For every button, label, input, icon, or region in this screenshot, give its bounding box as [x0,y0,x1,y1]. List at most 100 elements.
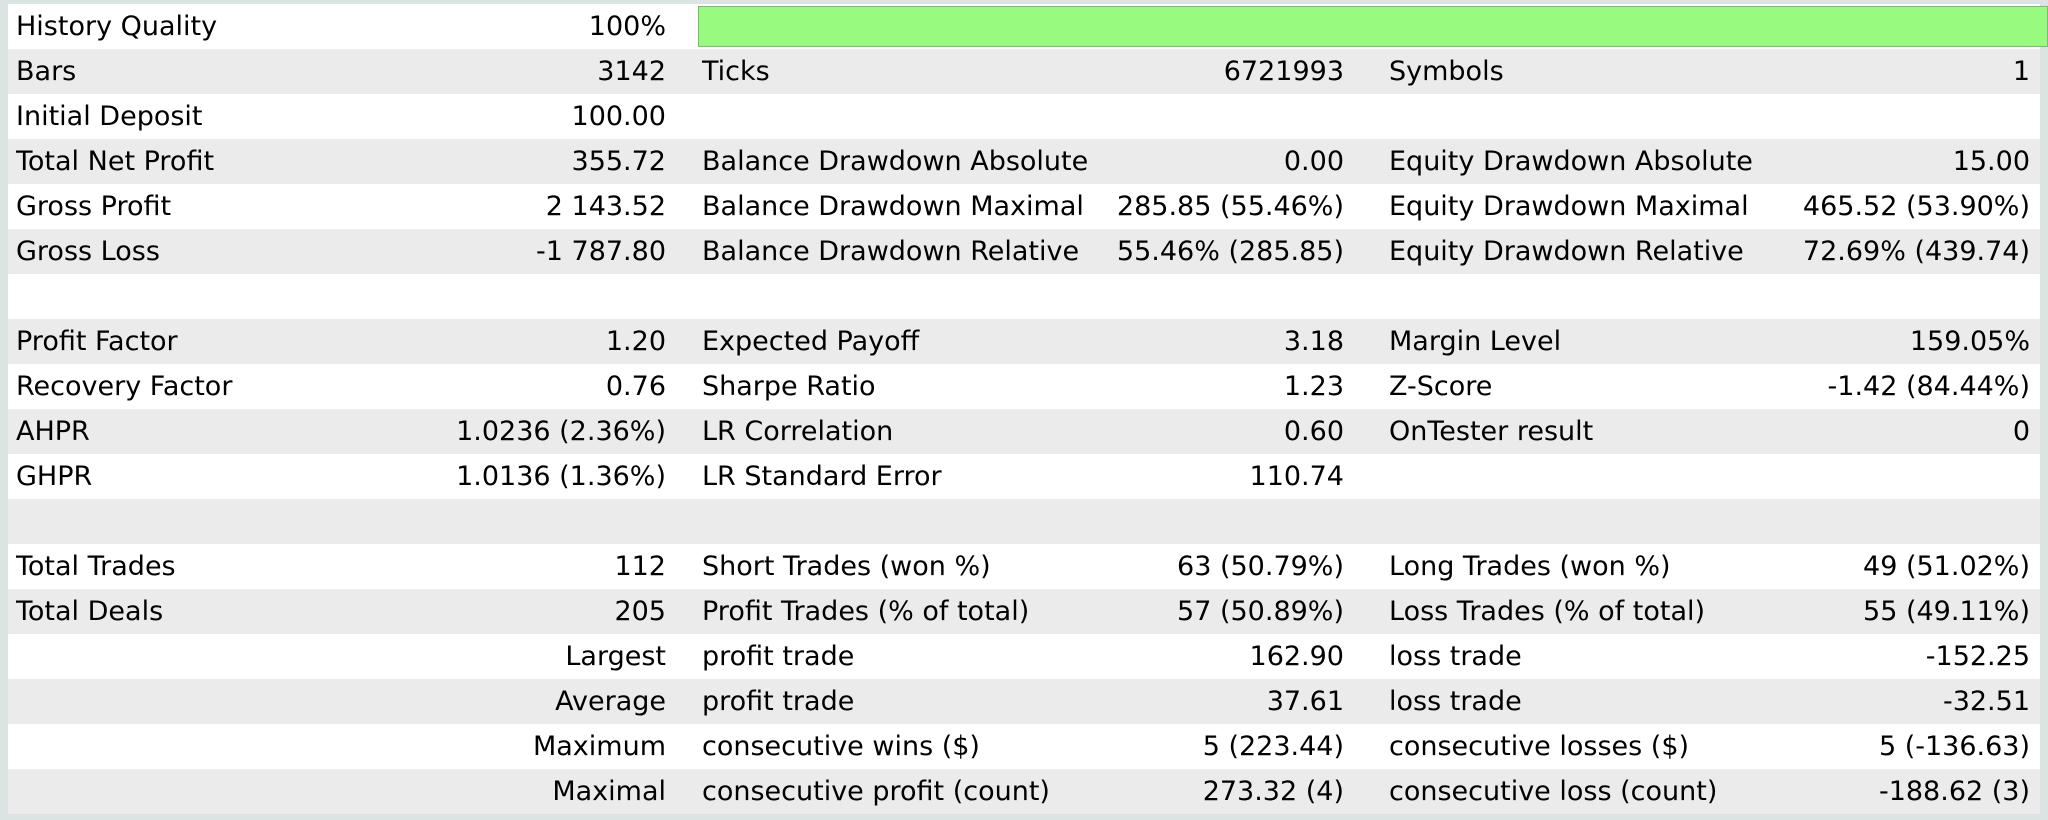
stat-label: Total Deals [16,596,164,627]
stats-cell-col2: Balance Drawdown Relative 55.46% (285.85) [702,229,1344,274]
stat-value: 37.61 [1266,686,1344,717]
stat-value: 63 (50.79%) [1177,551,1344,582]
stats-cell-col2: profit trade 162.90 [702,634,1344,679]
stat-value: -32.51 [1942,686,2030,717]
stat-label: profit trade [702,686,855,717]
stat-value: 2 143.52 [545,191,666,222]
stats-cell-col2: Short Trades (won %) 63 (50.79%) [702,544,1344,589]
stat-value: -152.25 [1925,641,2030,672]
stats-cell-col3: Equity Drawdown Absolute 15.00 [1389,139,2030,184]
history-quality-value: 100% [588,11,666,42]
stat-value: -1 787.80 [536,236,666,267]
stats-cell-col3 [1389,94,2030,139]
stats-cell-col1: Gross Profit 2 143.52 [16,184,666,229]
stats-cell-col3 [1389,454,2030,499]
stats-cell-col2: LR Correlation 0.60 [702,409,1344,454]
stats-cell-col1: AHPR 1.0236 (2.36%) [16,409,666,454]
history-quality-bar-fill [699,7,2047,46]
results-table: History Quality 100% Bars 3142 Ticks 672199… [8,4,2048,814]
stats-row: Maximal consecutive profit (count) 273.32 … [8,769,2040,814]
stat-value: 55 (49.11%) [1863,596,2030,627]
stat-label: Expected Payoff [702,326,920,357]
stat-value: 112 [614,551,666,582]
stat-value: 465.52 (53.90%) [1802,191,2030,222]
stats-cell-col3: Equity Drawdown Relative 72.69% (439.74) [1389,229,2030,274]
stat-label: consecutive wins ($) [702,731,980,762]
history-quality-row: History Quality 100% [8,4,2048,49]
stat-label: profit trade [702,641,855,672]
stat-value: 6721993 [1223,56,1344,87]
stats-cell-col1: Gross Loss -1 787.80 [16,229,666,274]
stat-label: Balance Drawdown Maximal [702,191,1084,222]
stat-value: 72.69% (439.74) [1802,236,2030,267]
stat-value: -188.62 (3) [1878,776,2030,807]
stat-value: 3.18 [1283,326,1344,357]
stats-cell-col1 [16,499,666,544]
stat-label: LR Standard Error [702,461,942,492]
stats-cell-col2: Expected Payoff 3.18 [702,319,1344,364]
stats-cell-col2: Balance Drawdown Absolute 0.00 [702,139,1344,184]
stats-cell-col1: GHPR 1.0136 (1.36%) [16,454,666,499]
stat-value: -1.42 (84.44%) [1827,371,2030,402]
stat-value: 1 [2012,56,2030,87]
stat-label: consecutive losses ($) [1389,731,1690,762]
stats-cell-col3: consecutive loss (count) -188.62 (3) [1389,769,2030,814]
stat-label: OnTester result [1389,416,1594,447]
stat-label: GHPR [16,461,93,492]
stats-cell-col2 [702,274,1344,319]
stat-value: 159.05% [1909,326,2030,357]
stats-cell-col3: loss trade -152.25 [1389,634,2030,679]
stat-label: AHPR [16,416,90,447]
history-quality-label: History Quality [16,11,218,42]
stat-label: Equity Drawdown Absolute [1389,146,1753,177]
stat-label: Balance Drawdown Absolute [702,146,1089,177]
stat-value: 5 (-136.63) [1878,731,2030,762]
stat-value: Average [555,686,666,717]
stats-row [8,274,2040,319]
stat-label: consecutive profit (count) [702,776,1050,807]
stat-label: Symbols [1389,56,1504,87]
stats-cell-col3 [1389,499,2030,544]
stat-label: Gross Profit [16,191,172,222]
stat-value: 15.00 [1952,146,2030,177]
stat-label: Short Trades (won %) [702,551,991,582]
stat-value: 0.76 [605,371,666,402]
stats-cell-col1: Initial Deposit 100.00 [16,94,666,139]
stats-cell-col3: consecutive losses ($) 5 (-136.63) [1389,724,2030,769]
stat-label: Long Trades (won %) [1389,551,1671,582]
stat-label: Total Net Profit [16,146,215,177]
stat-value: 1.23 [1283,371,1344,402]
stat-label: Profit Factor [16,326,178,357]
stat-value: Maximal [552,776,666,807]
stats-cell-col2: Sharpe Ratio 1.23 [702,364,1344,409]
stat-value: 0.00 [1283,146,1344,177]
stat-value: Largest [565,641,666,672]
stats-row: Average profit trade 37.61 loss trade -32.51 [8,679,2040,724]
stat-label: Gross Loss [16,236,160,267]
stats-cell-col1: Recovery Factor 0.76 [16,364,666,409]
stats-cell-col3: Loss Trades (% of total) 55 (49.11%) [1389,589,2030,634]
stat-value: 162.90 [1249,641,1344,672]
stats-row: Total Deals 205 Profit Trades (% of total)… [8,589,2040,634]
stats-row: Gross Loss -1 787.80 Balance Drawdown Rela… [8,229,2040,274]
stat-label: Equity Drawdown Maximal [1389,191,1749,222]
stats-cell-col1: Profit Factor 1.20 [16,319,666,364]
stats-cell-col3: loss trade -32.51 [1389,679,2030,724]
stat-value: 3142 [597,56,666,87]
stats-row: Total Trades 112 Short Trades (won %) 63 (5… [8,544,2040,589]
stats-row: Initial Deposit 100.00 [8,94,2040,139]
tester-report: History Quality 100% Bars 3142 Ticks 672199… [0,0,2048,820]
stat-value: 5 (223.44) [1202,731,1344,762]
stats-cell-col2: profit trade 37.61 [702,679,1344,724]
stats-cell-col3: Long Trades (won %) 49 (51.02%) [1389,544,2030,589]
stat-label: Loss Trades (% of total) [1389,596,1706,627]
stats-cell-col3: OnTester result 0 [1389,409,2030,454]
stat-label: Initial Deposit [16,101,203,132]
stats-cell-col2: Ticks 6721993 [702,49,1344,94]
stat-value: 0 [2012,416,2030,447]
stat-value: 1.20 [605,326,666,357]
stat-value: 55.46% (285.85) [1116,236,1344,267]
stats-cell-col3 [1389,274,2030,319]
stats-cell-col2: Balance Drawdown Maximal 285.85 (55.46%) [702,184,1344,229]
stats-cell-col1: Maximal [16,769,666,814]
